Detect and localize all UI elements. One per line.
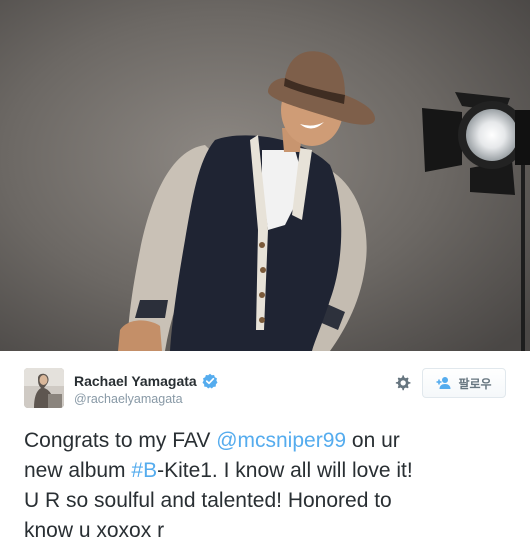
gear-icon[interactable] xyxy=(393,373,412,392)
mention-link[interactable]: @mcsniper99 xyxy=(216,429,346,452)
hashtag-link[interactable]: #B xyxy=(131,459,157,482)
verified-badge-icon xyxy=(202,373,218,389)
follow-button[interactable]: 팔로우 xyxy=(422,368,506,398)
author-avatar[interactable] xyxy=(24,368,64,408)
tweet-text: Congrats to my FAV @mcsniper99 on ur new… xyxy=(24,426,514,546)
tweet-card: Rachael Yamagata @rachaelyamagata 팔로우 Co… xyxy=(0,351,530,548)
tweet-text-line-3: U R so soulful and talented! Honored to xyxy=(24,489,392,512)
text-segment: new album xyxy=(24,459,132,482)
text-segment: -Kite1. I know all will love it! xyxy=(157,459,413,482)
add-user-icon xyxy=(436,376,452,390)
author-display-name[interactable]: Rachael Yamagata xyxy=(74,373,197,389)
author-handle[interactable]: @rachaelyamagata xyxy=(74,392,183,406)
text-segment: Congrats to my FAV xyxy=(24,429,217,452)
tweet-photo[interactable] xyxy=(0,0,530,351)
follow-button-label: 팔로우 xyxy=(458,376,492,391)
tweet-text-line-2: new album #B-Kite1. I know all will love… xyxy=(24,456,514,486)
author-name-row: Rachael Yamagata xyxy=(74,371,218,391)
photo-illustration xyxy=(0,0,530,351)
avatar-photo-icon xyxy=(24,368,64,408)
tweet-text-line-1: Congrats to my FAV @mcsniper99 on ur xyxy=(24,426,514,456)
text-segment: on ur xyxy=(346,429,400,452)
tweet-text-line-4: know u xoxox r xyxy=(24,519,165,542)
